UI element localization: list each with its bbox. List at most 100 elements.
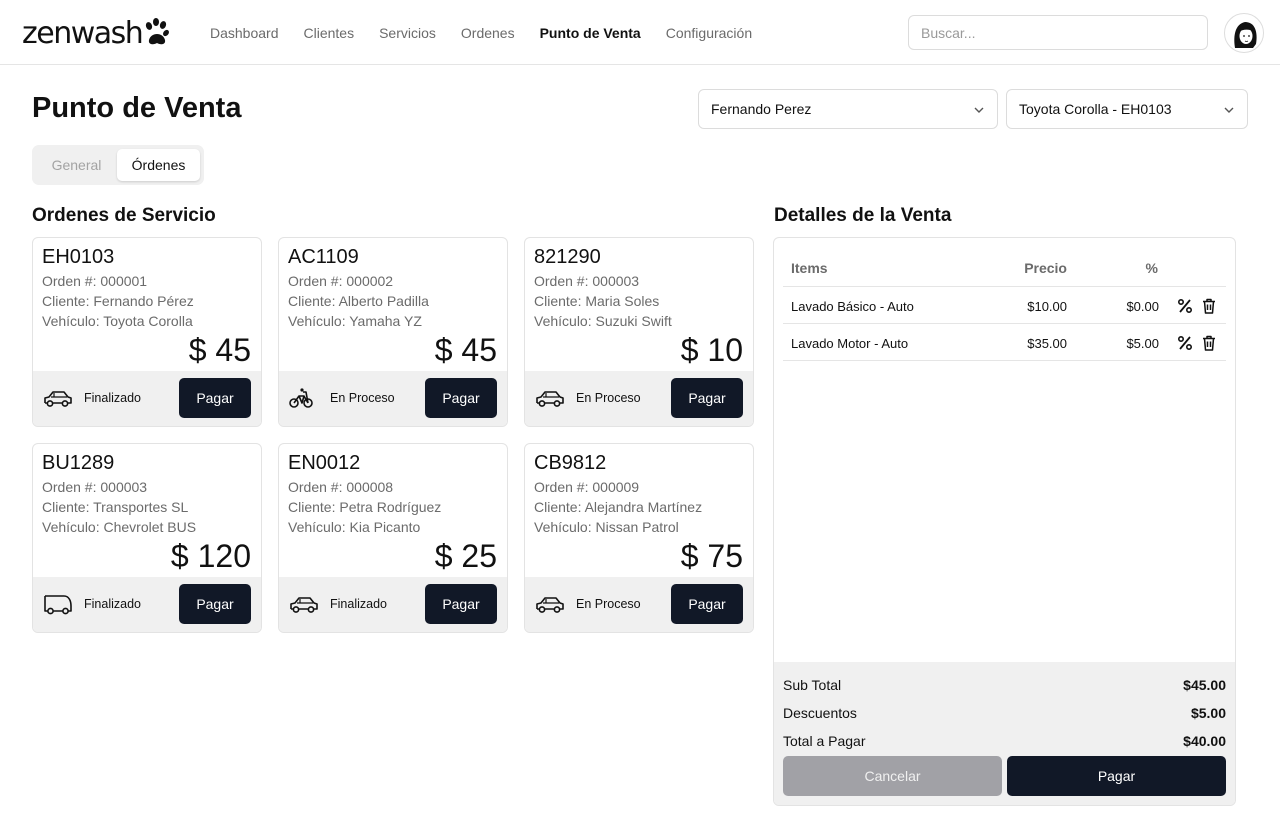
percent-icon[interactable] <box>1176 297 1194 315</box>
details-section-title: Detalles de la Venta <box>774 205 952 226</box>
nav-configuracion[interactable]: Configuración <box>666 25 752 41</box>
order-client: Cliente: Petra Rodríguez <box>288 499 442 515</box>
pay-order-button[interactable]: Pagar <box>671 584 743 624</box>
total-label: Total a Pagar <box>783 733 866 749</box>
client-select-value: Fernando Perez <box>711 101 812 117</box>
order-number: Orden #: 000001 <box>42 273 148 289</box>
row-item: Lavado Básico - Auto <box>791 299 914 314</box>
order-number: Orden #: 000002 <box>288 273 394 289</box>
tab-ordenes[interactable]: Órdenes <box>117 149 200 181</box>
divider <box>783 286 1226 287</box>
sale-details-panel: Items Precio % Lavado Básico - Auto $10.0… <box>773 237 1236 806</box>
order-plate: AC1109 <box>288 246 359 268</box>
trash-icon[interactable] <box>1200 334 1218 352</box>
order-plate: BU1289 <box>42 452 115 474</box>
order-plate: CB9812 <box>534 452 607 474</box>
row-discount: $0.00 <box>1126 299 1159 314</box>
divider <box>783 323 1226 324</box>
col-header-price: Precio <box>1024 260 1067 276</box>
nav-dashboard[interactable]: Dashboard <box>210 25 279 41</box>
order-vehicle: Vehículo: Toyota Corolla <box>42 313 193 329</box>
view-tabs: General Órdenes <box>32 145 204 185</box>
col-header-discount: % <box>1145 260 1158 276</box>
order-plate: EH0103 <box>42 246 115 268</box>
order-vehicle: Vehículo: Chevrolet BUS <box>42 519 197 535</box>
order-vehicle: Vehículo: Nissan Patrol <box>534 519 679 535</box>
motorcycle-icon <box>288 386 320 410</box>
order-price: $ 75 <box>680 538 743 574</box>
order-number: Orden #: 000009 <box>534 479 640 495</box>
zenwash-logo[interactable]: zenwash <box>22 12 170 52</box>
order-status: Finalizado <box>84 391 141 405</box>
pay-order-button[interactable]: Pagar <box>671 378 743 418</box>
car-icon <box>534 592 566 616</box>
percent-icon[interactable] <box>1176 334 1194 352</box>
discounts-label: Descuentos <box>783 705 857 721</box>
nav-clientes[interactable]: Clientes <box>304 25 355 41</box>
subtotal-value: $45.00 <box>1183 677 1226 693</box>
order-status: Finalizado <box>330 597 387 611</box>
order-card[interactable]: CB9812 Orden #: 000009 Cliente: Alejandra … <box>524 443 754 633</box>
pay-order-button[interactable]: Pagar <box>425 378 497 418</box>
vehicle-select[interactable]: Toyota Corolla - EH0103 <box>1006 89 1248 129</box>
totals-section: Sub Total $45.00 Descuentos $5.00 Total … <box>774 662 1235 805</box>
total-value: $40.00 <box>1183 733 1226 749</box>
pay-order-button[interactable]: Pagar <box>425 584 497 624</box>
top-navbar: zenwash Dashboard Clientes Servicios Ord… <box>0 0 1280 65</box>
row-item: Lavado Motor - Auto <box>791 336 909 351</box>
chevron-down-icon <box>1224 107 1234 113</box>
pay-order-button[interactable]: Pagar <box>179 378 251 418</box>
subtotal-label: Sub Total <box>783 677 842 693</box>
user-avatar-icon <box>1234 22 1257 48</box>
order-price: $ 45 <box>434 332 497 368</box>
car-icon <box>42 386 74 410</box>
pay-total-button[interactable]: Pagar <box>1007 756 1226 796</box>
page-title: Punto de Venta <box>32 92 242 124</box>
row-discount: $5.00 <box>1126 336 1159 351</box>
col-header-items: Items <box>791 260 828 276</box>
order-card[interactable]: 821290 Orden #: 000003 Cliente: Maria Sole… <box>524 237 754 427</box>
vehicle-select-value: Toyota Corolla - EH0103 <box>1019 101 1172 117</box>
client-select[interactable]: Fernando Perez <box>698 89 998 129</box>
order-card-footer: Finalizado Pagar <box>33 371 261 426</box>
order-vehicle: Vehículo: Yamaha YZ <box>288 313 422 329</box>
order-price: $ 10 <box>680 332 743 368</box>
chevron-down-icon <box>974 107 984 113</box>
order-client: Cliente: Fernando Pérez <box>42 293 194 309</box>
order-status: Finalizado <box>84 597 141 611</box>
discounts-value: $5.00 <box>1190 705 1226 721</box>
nav-punto-de-venta[interactable]: Punto de Venta <box>540 25 641 41</box>
order-status: En Proceso <box>576 597 641 611</box>
order-card[interactable]: EN0012 Orden #: 000008 Cliente: Petra Rodr… <box>278 443 508 633</box>
trash-icon[interactable] <box>1200 297 1218 315</box>
logo-text: zenwash <box>22 16 144 51</box>
order-card[interactable]: AC1109 Orden #: 000002 Cliente: Alberto Pa… <box>278 237 508 427</box>
cancel-button[interactable]: Cancelar <box>783 756 1002 796</box>
order-client: Cliente: Transportes SL <box>42 499 189 515</box>
nav-servicios[interactable]: Servicios <box>379 25 436 41</box>
order-number: Orden #: 000003 <box>42 479 148 495</box>
car-icon <box>288 592 320 616</box>
order-plate: 821290 <box>534 246 601 268</box>
order-plate: EN0012 <box>288 452 361 474</box>
order-card[interactable]: EH0103 Orden #: 000001 Cliente: Fernando P… <box>32 237 262 427</box>
orders-section-title: Ordenes de Servicio <box>32 205 216 226</box>
order-number: Orden #: 000008 <box>288 479 394 495</box>
row-price: $35.00 <box>1027 336 1067 351</box>
order-price: $ 120 <box>170 538 251 574</box>
divider <box>783 360 1226 361</box>
main-nav: Dashboard Clientes Servicios Ordenes Pun… <box>210 0 752 65</box>
row-price: $10.00 <box>1027 299 1067 314</box>
order-card-footer: Finalizado Pagar <box>33 577 261 632</box>
order-price: $ 45 <box>188 332 251 368</box>
nav-ordenes[interactable]: Ordenes <box>461 25 515 41</box>
avatar[interactable] <box>1224 13 1264 53</box>
search-input[interactable] <box>908 15 1208 50</box>
order-client: Cliente: Alberto Padilla <box>288 293 429 309</box>
order-card[interactable]: BU1289 Orden #: 000003 Cliente: Transporte… <box>32 443 262 633</box>
order-price: $ 25 <box>434 538 497 574</box>
tab-general[interactable]: General <box>36 149 117 181</box>
order-card-footer: En Proceso Pagar <box>525 577 753 632</box>
pay-order-button[interactable]: Pagar <box>179 584 251 624</box>
order-client: Cliente: Alejandra Martínez <box>534 499 703 515</box>
